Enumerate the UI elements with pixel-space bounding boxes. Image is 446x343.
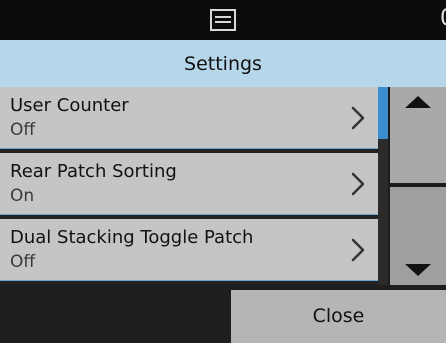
chevron-right-icon: [351, 172, 365, 196]
scrollbar-thumb[interactable]: [378, 87, 388, 139]
scrollbar[interactable]: [378, 87, 388, 285]
settings-list: User Counter Off Rear Patch Sorting On D…: [0, 87, 378, 285]
settings-item-rear-patch-sorting[interactable]: Rear Patch Sorting On: [0, 153, 378, 215]
chevron-right-icon: [351, 238, 365, 262]
arrow-up-icon: [405, 96, 431, 108]
settings-item-dual-stacking-toggle-patch[interactable]: Dual Stacking Toggle Patch Off: [0, 219, 378, 281]
scroll-down-button[interactable]: [390, 187, 446, 285]
setting-value: On: [10, 186, 35, 206]
document-feeder-icon: [210, 9, 236, 31]
setting-value: Off: [10, 252, 36, 272]
feeder-line: [215, 21, 231, 23]
scroll-up-button[interactable]: [390, 87, 446, 183]
close-button[interactable]: Close: [231, 290, 446, 343]
arrow-down-icon: [405, 264, 431, 276]
setting-value: Off: [10, 120, 36, 140]
page-title: Settings: [184, 52, 262, 75]
setting-label: Dual Stacking Toggle Patch: [10, 227, 254, 248]
feeder-line: [215, 16, 231, 18]
setting-label: User Counter: [10, 95, 129, 116]
settings-item-user-counter[interactable]: User Counter Off: [0, 87, 378, 149]
title-bar: Settings: [0, 40, 446, 87]
bottom-bar: Close: [0, 285, 446, 343]
document-count: 0: [440, 6, 446, 32]
chevron-right-icon: [351, 106, 365, 130]
settings-screen: 0 Settings User Counter Off Rear Patch S…: [0, 0, 446, 343]
setting-label: Rear Patch Sorting: [10, 161, 177, 182]
status-bar: 0: [0, 0, 446, 40]
